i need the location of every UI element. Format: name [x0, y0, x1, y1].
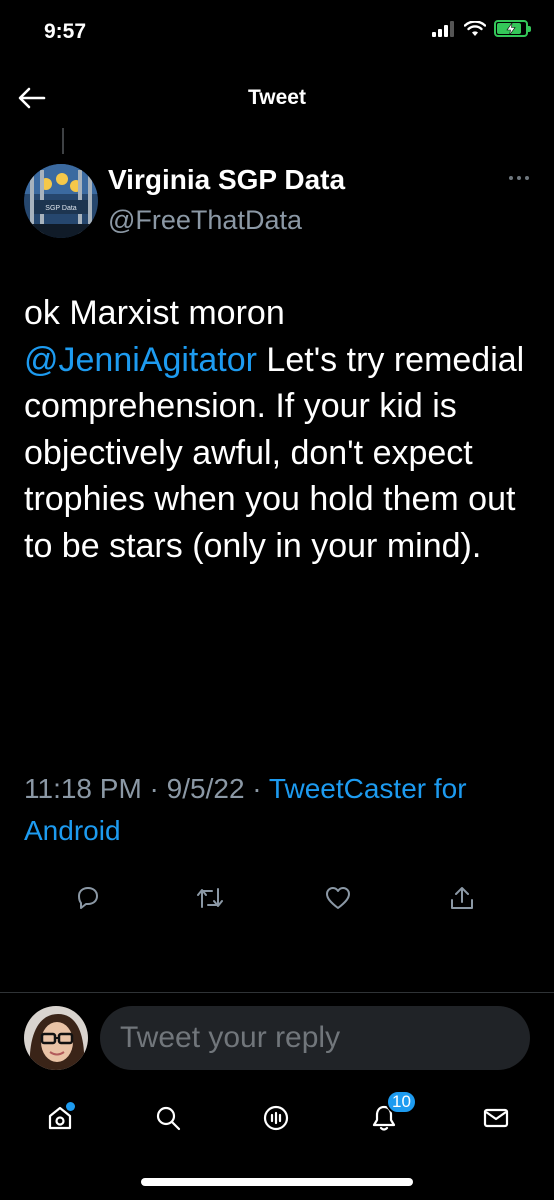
reply-input[interactable]: [118, 1020, 530, 1056]
share-icon: [451, 887, 473, 909]
search-icon: [156, 1106, 181, 1131]
tweet-actions: [0, 876, 554, 920]
tweet-metadata: 11:18 PM · 9/5/22 · TweetCaster for Andr…: [24, 773, 467, 846]
reply-composer[interactable]: [100, 1006, 530, 1070]
more-options-button[interactable]: [504, 168, 534, 188]
tweet-text-start: ok Marxist moron: [24, 294, 285, 332]
tweet-date: 9/5/22: [166, 773, 245, 804]
author-handle: @FreeThatData: [108, 205, 302, 235]
reply-icon: [78, 887, 98, 909]
more-icon: [509, 176, 529, 180]
tab-messages[interactable]: [472, 1094, 520, 1142]
tab-notifications[interactable]: 10: [360, 1090, 417, 1142]
signal-icon: [432, 20, 454, 37]
divider: [0, 992, 554, 993]
mention-link[interactable]: @JenniAgitator: [24, 341, 257, 379]
tab-spaces[interactable]: [252, 1094, 300, 1142]
status-time: 9:57: [44, 20, 87, 43]
status-icons: [432, 20, 531, 37]
battery-charging-icon: [494, 20, 531, 37]
thread-connector-line: [62, 128, 64, 154]
retweet-icon: [197, 888, 223, 908]
messages-icon: [483, 1108, 509, 1128]
tab-home[interactable]: [36, 1094, 84, 1142]
tab-search[interactable]: [144, 1094, 192, 1142]
wifi-icon: [464, 20, 486, 36]
reply-button[interactable]: [66, 876, 110, 920]
like-icon: [326, 887, 350, 909]
home-unread-dot: [66, 1102, 75, 1111]
tweet-text: ok Marxist moron @JenniAgitator Let's tr…: [24, 290, 534, 569]
status-bar: 9:57: [0, 0, 554, 60]
home-indicator: [141, 1178, 413, 1186]
retweet-button[interactable]: [188, 876, 232, 920]
spaces-icon: [263, 1105, 289, 1131]
share-button[interactable]: [440, 876, 484, 920]
author-name[interactable]: Virginia SGP Data: [108, 164, 345, 196]
tweet-header: Tweet: [0, 70, 554, 126]
page-title: Tweet: [248, 86, 306, 109]
like-button[interactable]: [316, 876, 360, 920]
tweet-time: 11:18 PM: [24, 773, 142, 804]
user-avatar[interactable]: [24, 1006, 88, 1070]
author-avatar[interactable]: SGP Data: [24, 164, 98, 238]
bottom-tab-bar: 10: [0, 1090, 554, 1146]
notification-count-badge: 10: [386, 1090, 417, 1114]
svg-text:SGP Data: SGP Data: [45, 205, 76, 212]
